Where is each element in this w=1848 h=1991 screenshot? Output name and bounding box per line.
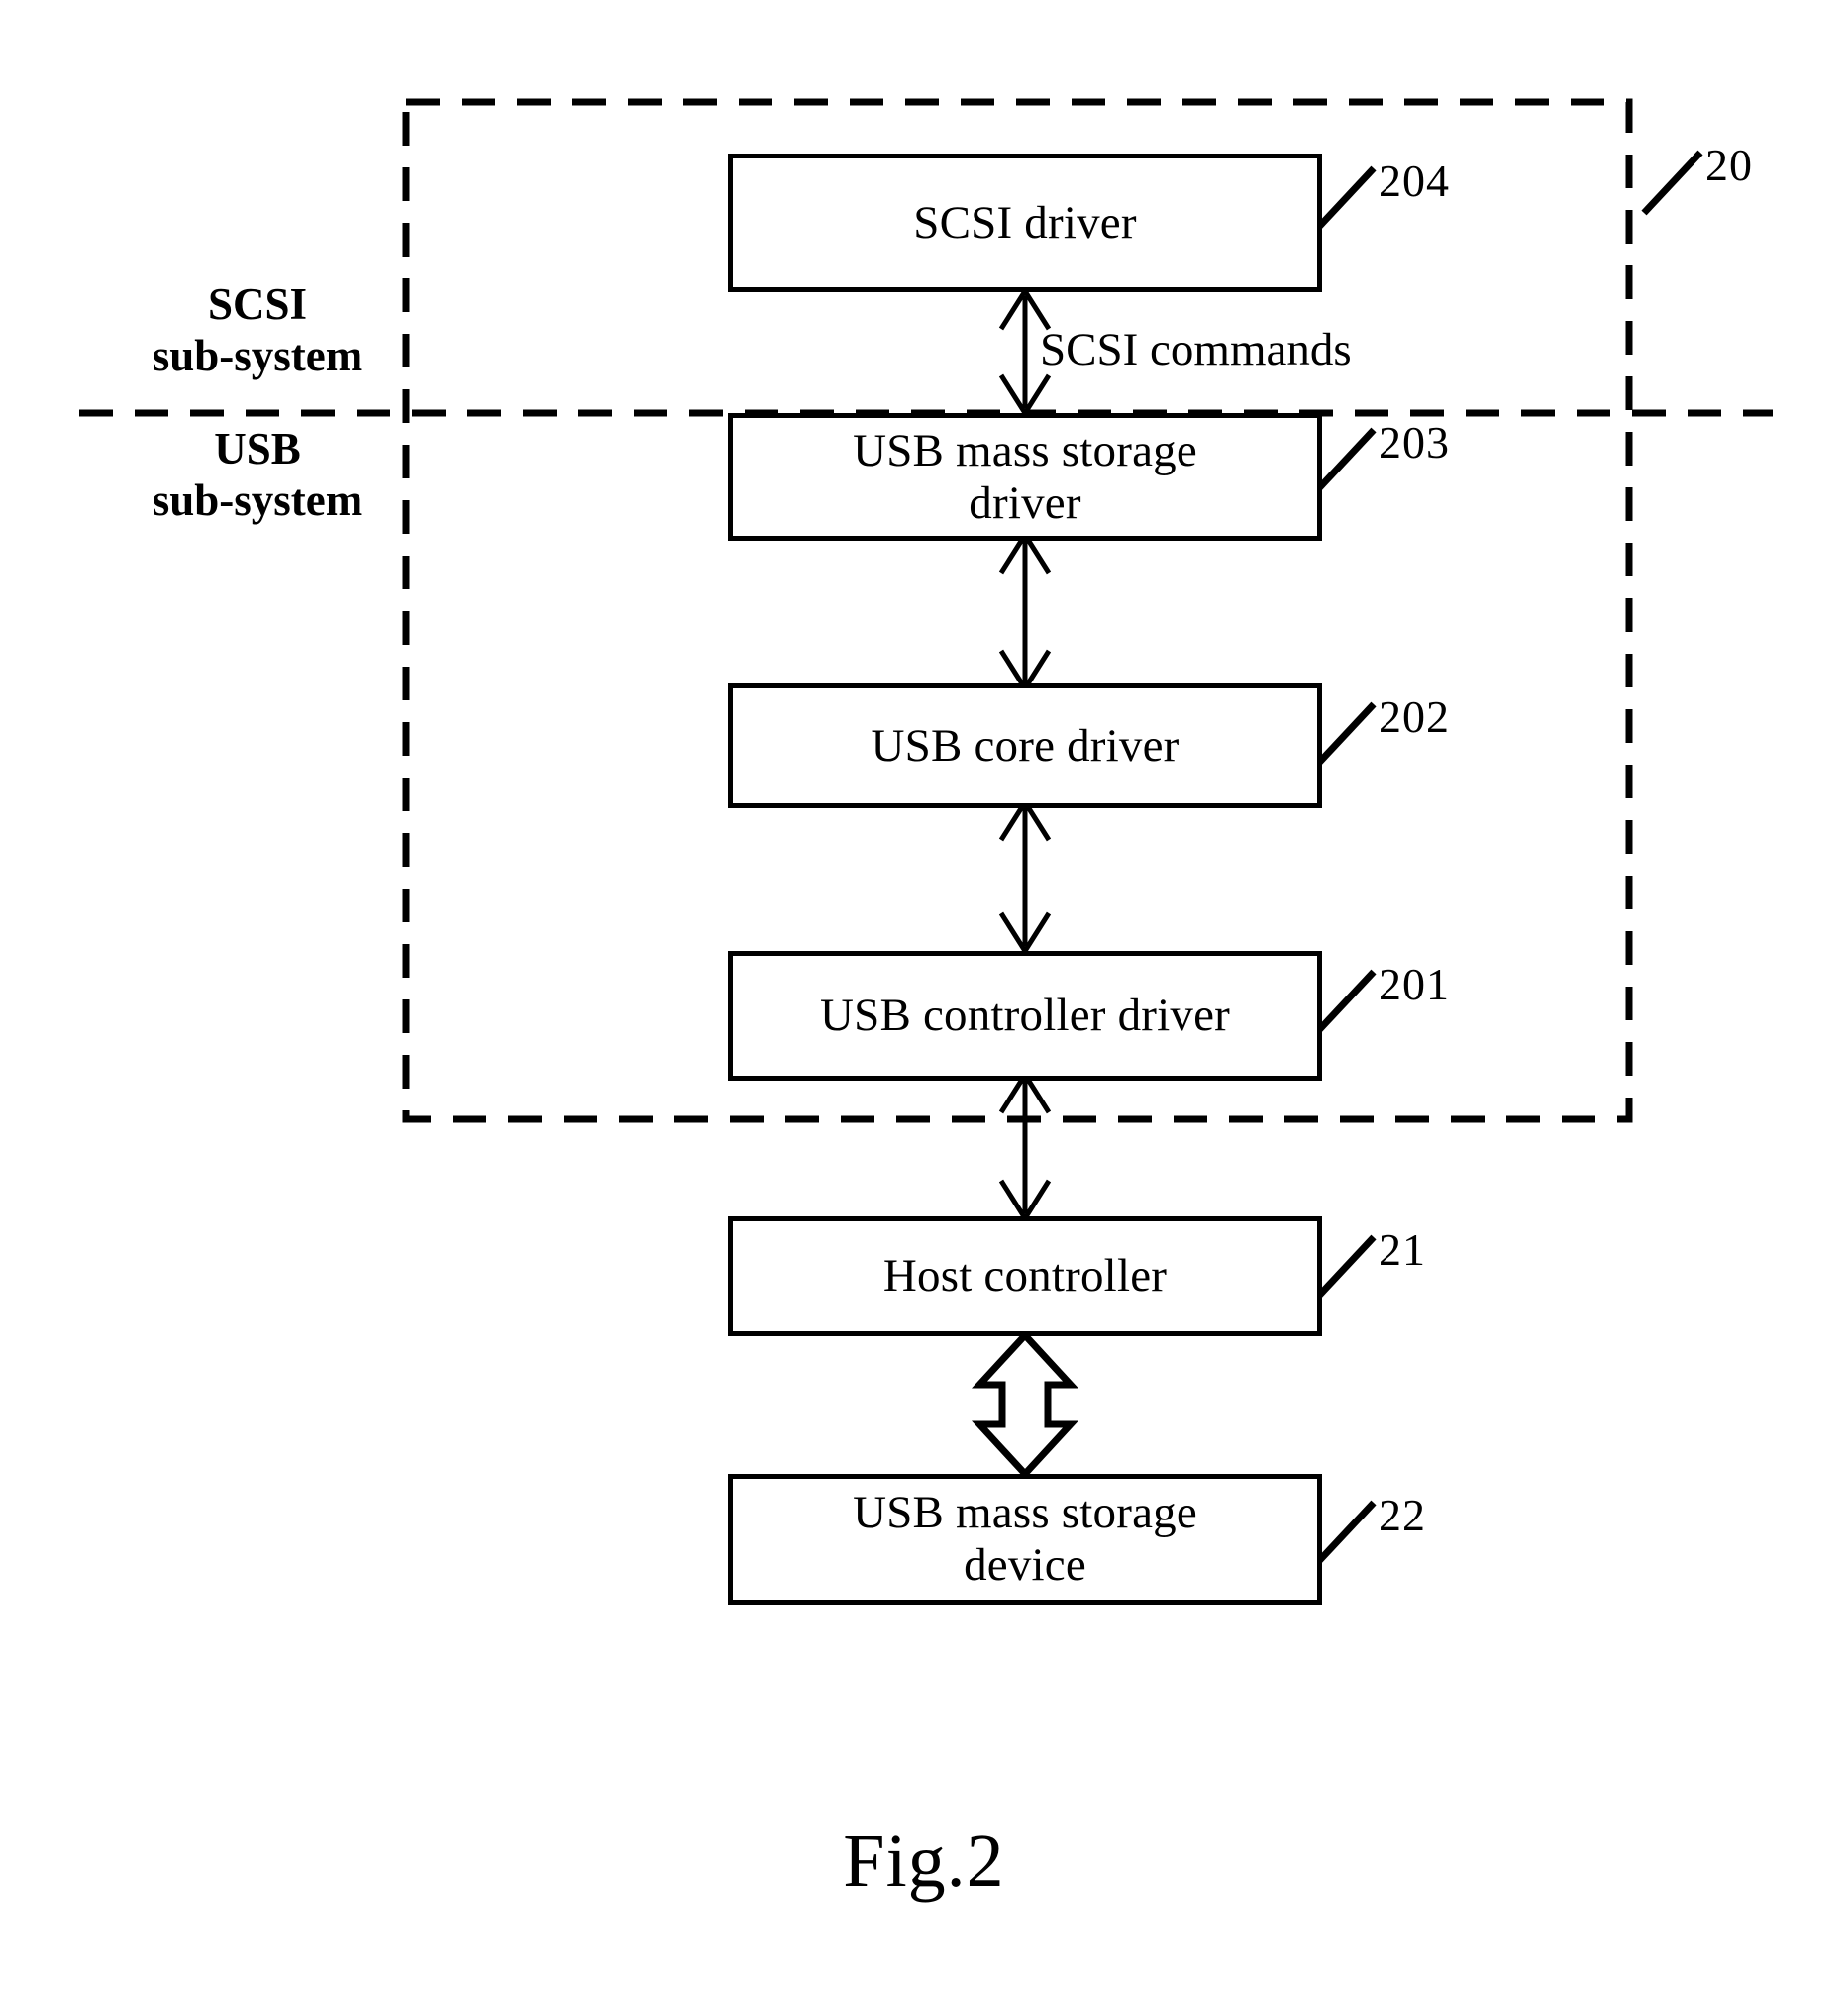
box-usb-mass-storage-device[interactable]: USB mass storage device bbox=[728, 1474, 1322, 1605]
side-label-scsi-subsystem-line1: SCSI bbox=[207, 279, 308, 329]
connector-usb-controller-driver-to-host-controller bbox=[998, 1073, 1052, 1220]
side-label-scsi-subsystem-line2: sub-system bbox=[152, 330, 363, 380]
ref-numeral-204: 204 bbox=[1379, 156, 1450, 206]
connector-usb-mass-storage-driver-to-usb-core-driver bbox=[998, 533, 1052, 690]
leader-line-22 bbox=[1314, 1500, 1377, 1566]
ref-numeral-201: 201 bbox=[1379, 959, 1450, 1009]
box-scsi-driver[interactable]: SCSI driver bbox=[728, 154, 1322, 292]
ref-numeral-203: 203 bbox=[1379, 417, 1450, 468]
box-usb-core-driver-label: USB core driver bbox=[871, 719, 1180, 772]
box-usb-core-driver[interactable]: USB core driver bbox=[728, 683, 1322, 808]
patent-figure: USB mass storage driver --> USB core dri… bbox=[0, 0, 1848, 1991]
leader-line-20 bbox=[1641, 150, 1703, 216]
leader-line-21 bbox=[1314, 1234, 1377, 1301]
side-label-usb-subsystem-line1: USB bbox=[214, 424, 301, 473]
ref-numeral-22: 22 bbox=[1379, 1490, 1426, 1540]
side-label-usb-subsystem-line2: sub-system bbox=[152, 474, 363, 525]
box-usb-mass-storage-device-label: USB mass storage device bbox=[853, 1487, 1197, 1591]
box-usb-mass-storage-driver-label: USB mass storage driver bbox=[853, 424, 1197, 529]
box-usb-mass-storage-driver[interactable]: USB mass storage driver bbox=[728, 413, 1322, 541]
edge-label-scsi-commands: SCSI commands bbox=[1040, 324, 1352, 375]
ref-numeral-20: 20 bbox=[1705, 140, 1753, 190]
box-host-controller-label: Host controller bbox=[882, 1250, 1168, 1303]
box-host-controller[interactable]: Host controller bbox=[728, 1216, 1322, 1336]
leader-line-202 bbox=[1314, 701, 1377, 768]
box-usb-controller-driver[interactable]: USB controller driver bbox=[728, 951, 1322, 1081]
ref-numeral-202: 202 bbox=[1379, 691, 1450, 742]
box-usb-controller-driver-label: USB controller driver bbox=[819, 990, 1231, 1042]
side-label-scsi-subsystem: SCSI sub-system bbox=[99, 279, 416, 382]
ref-numeral-21: 21 bbox=[1379, 1224, 1426, 1275]
box-scsi-driver-label: SCSI driver bbox=[913, 196, 1137, 249]
hollow-double-arrow-host-to-device bbox=[972, 1329, 1078, 1480]
figure-caption: Fig.2 bbox=[843, 1820, 1005, 1903]
leader-line-203 bbox=[1314, 427, 1377, 493]
leader-line-204 bbox=[1314, 165, 1377, 232]
connector-usb-core-driver-to-usb-controller-driver bbox=[998, 800, 1052, 953]
side-label-usb-subsystem: USB sub-system bbox=[99, 424, 416, 527]
leader-line-201 bbox=[1314, 969, 1377, 1035]
